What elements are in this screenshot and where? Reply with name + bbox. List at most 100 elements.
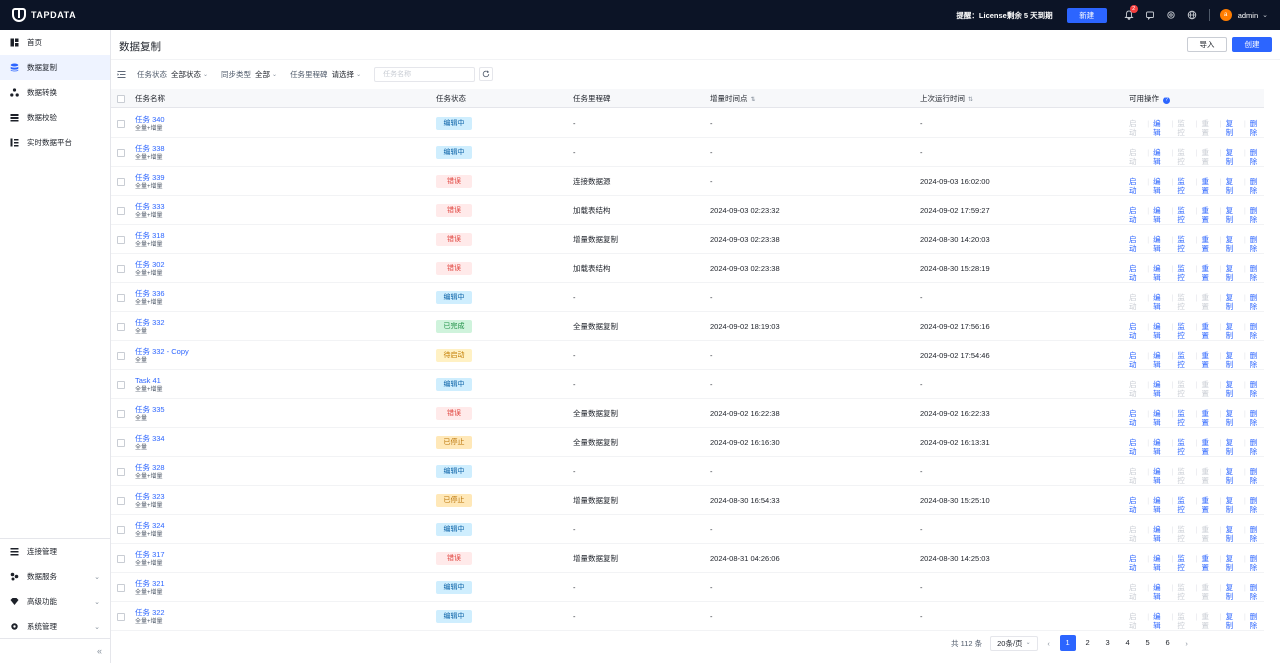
copy-action[interactable]: 复制 (1226, 206, 1240, 224)
table-row[interactable]: 任务 334 全量 已停止 全量数据复制 2024-09-02 16:16:30 2024… (111, 428, 1264, 457)
task-name-link[interactable]: 任务 318 (135, 231, 165, 240)
delete-action[interactable]: 删除 (1250, 322, 1264, 340)
start-action[interactable]: 启动 (1129, 554, 1143, 572)
notification-bell-icon[interactable]: 2 (1119, 0, 1140, 30)
sidebar-item-system[interactable]: 系统管理 ⌄ (0, 614, 110, 639)
start-action[interactable]: 启动 (1129, 409, 1143, 427)
table-row[interactable]: 任务 317 全量+增量 错误 增量数据复制 2024-08-31 04:26:06 20… (111, 544, 1264, 573)
row-checkbox[interactable] (117, 468, 125, 476)
sidebar-item-connection[interactable]: 连接管理 (0, 539, 110, 564)
delete-action[interactable]: 删除 (1250, 525, 1264, 543)
row-checkbox[interactable] (117, 323, 125, 331)
row-checkbox[interactable] (117, 120, 125, 128)
row-checkbox[interactable] (117, 207, 125, 215)
page-number[interactable]: 4 (1120, 635, 1136, 651)
delete-action[interactable]: 删除 (1250, 235, 1264, 253)
row-checkbox[interactable] (117, 352, 125, 360)
delete-action[interactable]: 删除 (1250, 583, 1264, 601)
delete-action[interactable]: 删除 (1250, 438, 1264, 456)
reset-action[interactable]: 重置 (1201, 264, 1215, 282)
edit-action[interactable]: 编辑 (1153, 235, 1167, 253)
task-name-link[interactable]: 任务 332 - Copy (135, 347, 189, 356)
row-checkbox[interactable] (117, 265, 125, 273)
edit-action[interactable]: 编辑 (1153, 119, 1167, 137)
page-number[interactable]: 5 (1140, 635, 1156, 651)
sidebar-item-advanced[interactable]: 高级功能 ⌄ (0, 589, 110, 614)
delete-action[interactable]: 删除 (1250, 467, 1264, 485)
sort-icon[interactable]: ⇅ (751, 97, 756, 103)
sync-type-filter[interactable]: 同步类型 全部 ⌄ (221, 69, 277, 80)
reset-action[interactable]: 重置 (1201, 496, 1215, 514)
start-action[interactable]: 启动 (1129, 264, 1143, 282)
edit-action[interactable]: 编辑 (1153, 583, 1167, 601)
task-name-link[interactable]: 任务 338 (135, 144, 165, 153)
row-checkbox[interactable] (117, 526, 125, 534)
edit-action[interactable]: 编辑 (1153, 177, 1167, 195)
task-name-link[interactable]: Task 41 (135, 376, 163, 385)
table-row[interactable]: 任务 324 全量+增量 编辑中 - - - 启动 | 编辑 | 监控 | 重置 | 复制 | 删除 (111, 515, 1264, 544)
new-button[interactable]: 新建 (1066, 7, 1107, 23)
page-number[interactable]: 2 (1080, 635, 1096, 651)
sort-icon[interactable]: ⇅ (968, 97, 973, 103)
row-checkbox[interactable] (117, 381, 125, 389)
row-checkbox[interactable] (117, 178, 125, 186)
column-header-last-run[interactable]: 上次运行时间 ⇅ (920, 89, 973, 108)
monitor-action[interactable]: 监控 (1177, 206, 1191, 224)
delete-action[interactable]: 删除 (1250, 554, 1264, 572)
task-name-link[interactable]: 任务 317 (135, 550, 165, 559)
page-number[interactable]: 1 (1059, 635, 1076, 651)
edit-action[interactable]: 编辑 (1153, 148, 1167, 166)
table-row[interactable]: 任务 335 全量 错误 全量数据复制 2024-09-02 16:22:38 2024-… (111, 399, 1264, 428)
copy-action[interactable]: 复制 (1226, 177, 1240, 195)
copy-action[interactable]: 复制 (1226, 583, 1240, 601)
row-checkbox[interactable] (117, 236, 125, 244)
delete-action[interactable]: 删除 (1250, 409, 1264, 427)
refresh-icon[interactable] (479, 67, 494, 81)
row-checkbox[interactable] (117, 149, 125, 157)
copy-action[interactable]: 复制 (1226, 351, 1240, 369)
table-row[interactable]: 任务 302 全量+增量 错误 加载表结构 2024-09-03 02:23:38 202… (111, 254, 1264, 283)
reset-action[interactable]: 重置 (1201, 206, 1215, 224)
reset-action[interactable]: 重置 (1201, 438, 1215, 456)
start-action[interactable]: 启动 (1129, 322, 1143, 340)
app-logo[interactable]: TAPDATA (12, 8, 76, 22)
task-name-link[interactable]: 任务 332 (135, 318, 165, 327)
start-action[interactable]: 启动 (1129, 496, 1143, 514)
copy-action[interactable]: 复制 (1226, 438, 1240, 456)
table-row[interactable]: 任务 339 全量+增量 错误 连接数据源 - 2024-09-03 16:02:00 启动… (111, 167, 1264, 196)
user-name[interactable]: admin (1238, 11, 1258, 20)
task-name-link[interactable]: 任务 302 (135, 260, 165, 269)
edit-action[interactable]: 编辑 (1153, 467, 1167, 485)
chevron-down-icon[interactable]: ⌄ (1262, 11, 1268, 19)
task-name-link[interactable]: 任务 333 (135, 202, 165, 211)
next-page-icon[interactable]: › (1180, 639, 1194, 648)
start-action[interactable]: 启动 (1129, 351, 1143, 369)
start-action[interactable]: 启动 (1129, 177, 1143, 195)
table-row[interactable]: 任务 322 全量+增量 编辑中 - - - 启动 | 编辑 | 监控 | 重置 | 复制 | 删除 (111, 602, 1264, 631)
monitor-action[interactable]: 监控 (1177, 554, 1191, 572)
table-row[interactable]: 任务 333 全量+增量 错误 加载表结构 2024-09-03 02:23:32 202… (111, 196, 1264, 225)
task-name-link[interactable]: 任务 328 (135, 463, 165, 472)
task-name-link[interactable]: 任务 339 (135, 173, 165, 182)
reset-action[interactable]: 重置 (1201, 177, 1215, 195)
copy-action[interactable]: 复制 (1226, 612, 1240, 630)
language-globe-icon[interactable] (1182, 0, 1203, 30)
sidebar-item-data-transform[interactable]: 数据转换 (0, 80, 110, 105)
task-name-link[interactable]: 任务 340 (135, 115, 165, 124)
edit-action[interactable]: 编辑 (1153, 293, 1167, 311)
copy-action[interactable]: 复制 (1226, 467, 1240, 485)
page-number[interactable]: 3 (1100, 635, 1116, 651)
start-action[interactable]: 启动 (1129, 235, 1143, 253)
monitor-action[interactable]: 监控 (1177, 235, 1191, 253)
start-action[interactable]: 启动 (1129, 438, 1143, 456)
edit-action[interactable]: 编辑 (1153, 380, 1167, 398)
row-checkbox[interactable] (117, 613, 125, 621)
table-row[interactable]: 任务 318 全量+增量 错误 增量数据复制 2024-09-03 02:23:38 20… (111, 225, 1264, 254)
monitor-action[interactable]: 监控 (1177, 177, 1191, 195)
table-row[interactable]: 任务 332 全量 已完成 全量数据复制 2024-09-02 18:19:03 2024… (111, 312, 1264, 341)
copy-action[interactable]: 复制 (1226, 148, 1240, 166)
delete-action[interactable]: 删除 (1250, 148, 1264, 166)
delete-action[interactable]: 删除 (1250, 496, 1264, 514)
prev-page-icon[interactable]: ‹ (1042, 639, 1056, 648)
delete-action[interactable]: 删除 (1250, 380, 1264, 398)
